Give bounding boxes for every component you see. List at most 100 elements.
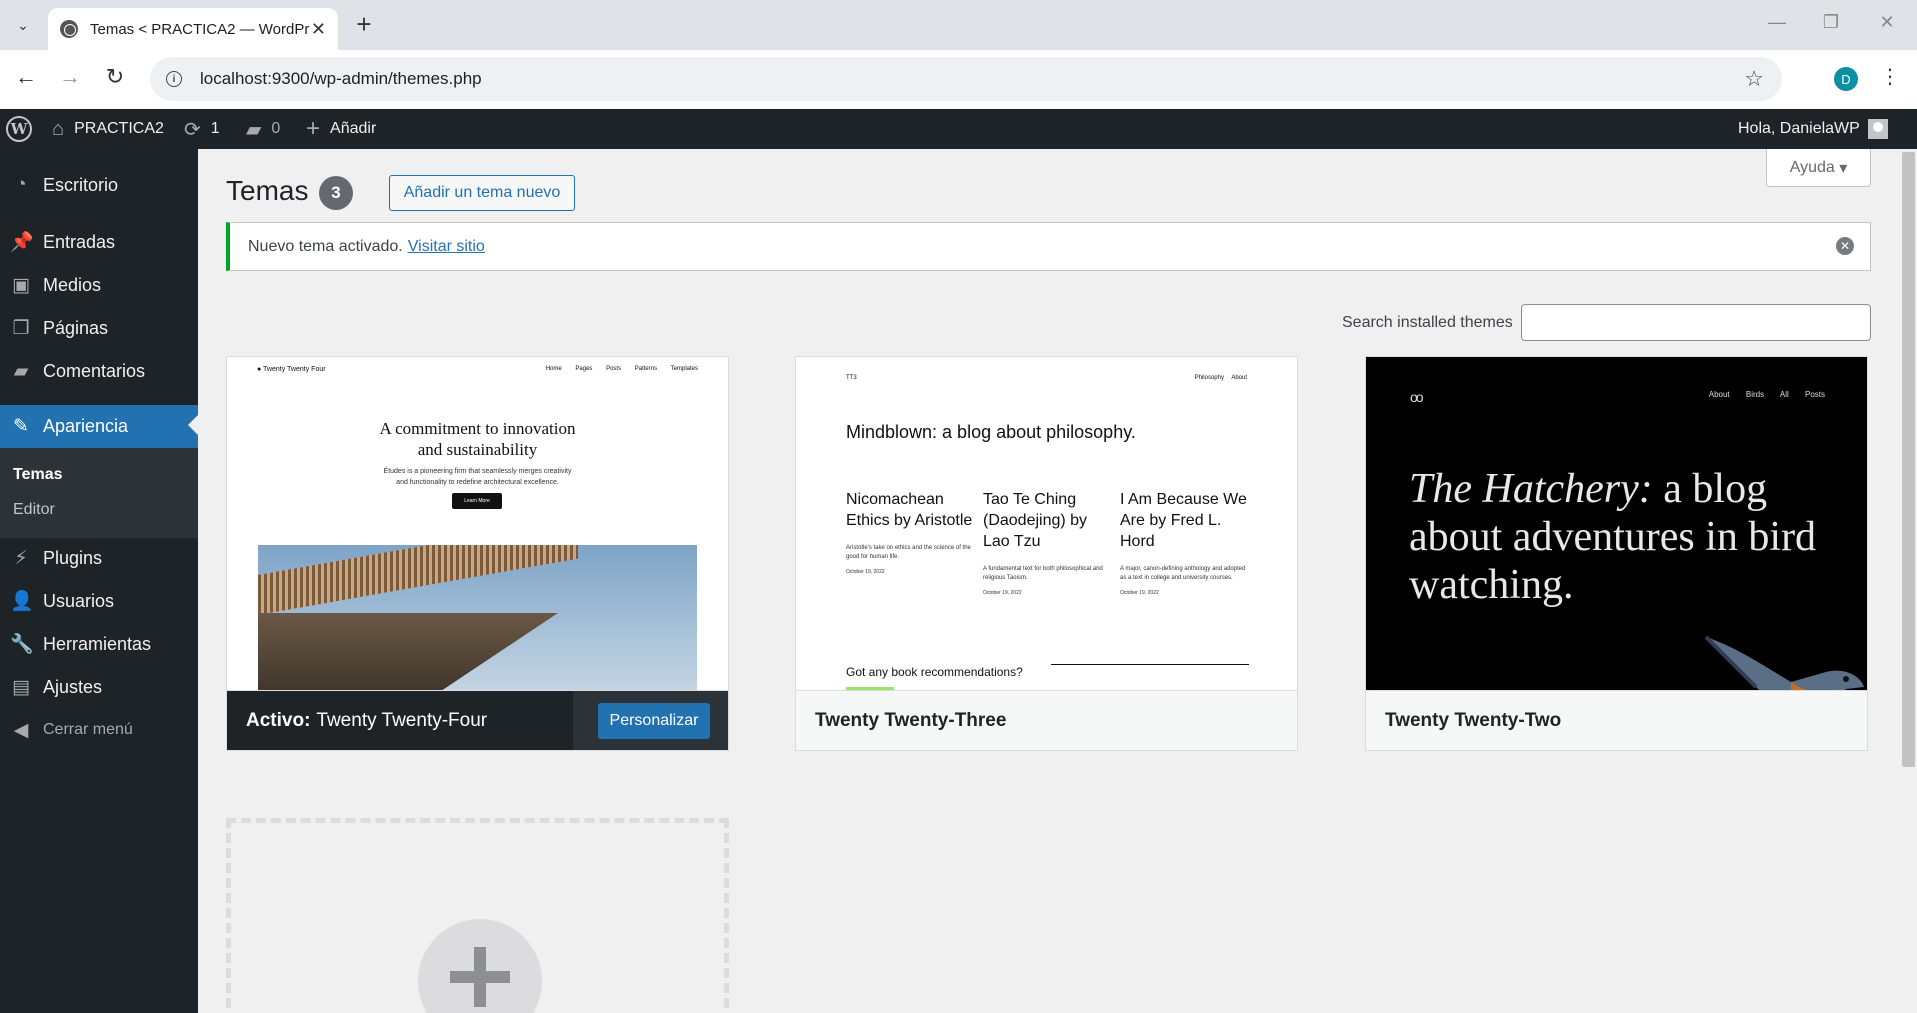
wp-logo-icon[interactable]: W xyxy=(6,109,32,149)
browser-menu-icon[interactable]: ⋮ xyxy=(1880,64,1900,89)
sidebar-item-comentarios[interactable]: ▰ Comentarios xyxy=(0,351,198,391)
user-icon: 👤 xyxy=(10,591,34,612)
settings-icon: ▤ xyxy=(12,676,30,698)
preview-post: Tao Te Ching (Daodejing) by Lao Tzu A fu… xyxy=(983,491,1103,596)
address-bar[interactable]: i localhost:9300/wp-admin/themes.php ☆ xyxy=(150,57,1782,101)
pages-icon: ❐ xyxy=(12,317,30,339)
wp-admin-bar: W ⌂ PRACTICA2 ⟳ 1 ▰ 0 + Añadir Hola, Dan… xyxy=(0,109,1917,149)
preview-question: Got any book recommendations? xyxy=(846,665,1023,679)
home-icon: ⌂ xyxy=(52,117,65,140)
brush-icon: ✎ xyxy=(13,416,29,437)
add-new-link[interactable]: + Añadir xyxy=(306,109,376,149)
theme-name: Twenty Twenty-Four xyxy=(316,709,488,731)
preview-heading: The Hatchery: a blog about adventures in… xyxy=(1409,466,1817,608)
updates-link[interactable]: ⟳ 1 xyxy=(184,109,220,149)
submenu-item-temas[interactable]: Temas xyxy=(13,466,63,484)
plugin-icon: ⚡ xyxy=(14,547,28,569)
close-tab-icon[interactable]: ✕ xyxy=(311,19,326,40)
comment-bubble-icon: ▰ xyxy=(246,118,262,141)
updates-icon: ⟳ xyxy=(184,118,201,141)
theme-screenshot[interactable]: TT3 Philosophy About Mindblown: a blog a… xyxy=(796,357,1297,690)
sidebar-item-label: Escritorio xyxy=(43,174,119,195)
help-tab-button[interactable]: Ayuda ▾ xyxy=(1766,149,1871,187)
site-name-link[interactable]: ⌂ PRACTICA2 xyxy=(52,109,164,149)
theme-name: Twenty Twenty-Three xyxy=(815,709,1007,731)
plus-icon: + xyxy=(306,115,321,142)
preview-paragraph: Études is a pioneering firm that seamles… xyxy=(383,468,572,486)
sidebar-item-label: Plugins xyxy=(43,547,103,568)
sidebar-item-label: Comentarios xyxy=(43,360,146,381)
comments-count: 0 xyxy=(271,120,281,137)
sidebar-item-ajustes[interactable]: ▤ Ajustes xyxy=(0,667,198,707)
theme-screenshot[interactable]: ● Twenty Twenty Four Home Pages Posts Pa… xyxy=(227,357,728,690)
browser-tab-bar: ⌄ Temas < PRACTICA2 — WordPress ✕ + — ❐ … xyxy=(0,0,1917,50)
theme-name-bar: Twenty Twenty-Three xyxy=(796,690,1297,750)
sidebar-item-label: Páginas xyxy=(43,317,109,338)
sidebar-item-label: Medios xyxy=(43,274,102,295)
search-themes-label: Search installed themes xyxy=(1342,314,1513,331)
sidebar-item-escritorio[interactable]: ◔ Escritorio xyxy=(0,165,198,205)
preview-heading: A commitment to innovation and sustainab… xyxy=(379,419,576,459)
tab-title: Temas < PRACTICA2 — WordPress xyxy=(90,20,310,38)
collapse-menu-button[interactable]: ◀ Cerrar menú xyxy=(0,710,198,750)
sidebar-item-paginas[interactable]: ❐ Páginas xyxy=(0,308,198,348)
preview-nav: Home Pages Posts Patterns Templates xyxy=(545,366,698,372)
sidebar-item-medios[interactable]: ▣ Medios xyxy=(0,265,198,305)
sidebar-item-label: Herramientas xyxy=(43,633,152,654)
back-icon[interactable]: ← xyxy=(12,64,40,90)
page-title: Temas xyxy=(226,175,309,206)
url-text: localhost:9300/wp-admin/themes.php xyxy=(200,69,482,88)
tab-search-icon[interactable]: ⌄ xyxy=(8,10,38,40)
comments-link[interactable]: ▰ 0 xyxy=(246,109,280,149)
forward-icon[interactable]: → xyxy=(56,64,84,90)
reload-icon[interactable]: ↻ xyxy=(101,64,129,90)
bird-illustration xyxy=(1704,635,1864,690)
preview-logo: oo xyxy=(1410,389,1424,405)
sidebar-item-label: Usuarios xyxy=(43,590,115,611)
theme-card-twenty-twenty-two[interactable]: oo About Birds All Posts The Hatchery: a… xyxy=(1365,356,1868,751)
restore-icon[interactable]: ❐ xyxy=(1816,12,1846,33)
site-info-icon[interactable]: i xyxy=(166,71,182,87)
profile-avatar[interactable]: D xyxy=(1834,67,1858,91)
add-new-label: Añadir xyxy=(330,120,377,137)
preview-heading: Mindblown: a blog about philosophy. xyxy=(846,422,1136,442)
my-account-link[interactable]: Hola, DanielaWP xyxy=(1738,109,1888,149)
theme-count-badge: 3 xyxy=(319,176,353,210)
site-name: PRACTICA2 xyxy=(74,120,164,137)
appearance-submenu: Temas Editor xyxy=(0,448,198,538)
browser-tab[interactable]: Temas < PRACTICA2 — WordPress ✕ xyxy=(48,8,338,50)
theme-screenshot[interactable]: oo About Birds All Posts The Hatchery: a… xyxy=(1366,357,1867,690)
close-window-icon[interactable]: ✕ xyxy=(1872,12,1902,33)
add-new-theme-button[interactable]: Añadir un tema nuevo xyxy=(389,175,575,211)
greeting: Hola, DanielaWP xyxy=(1738,120,1860,137)
minimize-icon[interactable]: — xyxy=(1762,12,1792,33)
collapse-menu-label: Cerrar menú xyxy=(43,721,133,738)
search-themes-input[interactable] xyxy=(1521,304,1871,341)
sidebar-item-herramientas[interactable]: 🔧 Herramientas xyxy=(0,624,198,664)
submenu-item-editor[interactable]: Editor xyxy=(13,501,55,519)
media-icon: ▣ xyxy=(12,274,30,296)
preview-building-image xyxy=(258,545,697,690)
theme-name: Twenty Twenty-Two xyxy=(1385,709,1562,731)
new-tab-icon[interactable]: + xyxy=(350,11,378,37)
theme-card-twenty-twenty-four[interactable]: ● Twenty Twenty Four Home Pages Posts Pa… xyxy=(226,356,729,751)
bookmark-star-icon[interactable]: ☆ xyxy=(1744,66,1764,92)
sidebar-item-usuarios[interactable]: 👤 Usuarios xyxy=(0,581,198,621)
sidebar-item-apariencia[interactable]: ✎ Apariencia xyxy=(0,405,198,448)
dismiss-notice-icon[interactable]: ✕ xyxy=(1836,237,1854,255)
scrollbar-thumb[interactable] xyxy=(1902,152,1915,767)
visit-site-link[interactable]: Visitar sitio xyxy=(408,238,485,256)
preview-post: I Am Because We Are by Fred L. Hord A ma… xyxy=(1120,491,1247,596)
preview-nav: Philosophy About xyxy=(1194,375,1247,381)
sidebar-item-entradas[interactable]: 📌 Entradas xyxy=(0,222,198,262)
dashboard-icon: ◔ xyxy=(15,174,27,195)
active-prefix: Activo: xyxy=(246,709,311,731)
user-avatar-icon xyxy=(1867,119,1888,139)
theme-name-bar: Twenty Twenty-Two xyxy=(1366,690,1867,750)
customize-button[interactable]: Personalizar xyxy=(598,703,710,739)
add-new-theme-tile[interactable] xyxy=(226,818,729,1013)
globe-icon xyxy=(60,20,78,38)
theme-name-bar: Activo: Twenty Twenty-Four Personalizar xyxy=(227,690,728,750)
sidebar-item-plugins[interactable]: ⚡ Plugins xyxy=(0,538,198,578)
theme-card-twenty-twenty-three[interactable]: TT3 Philosophy About Mindblown: a blog a… xyxy=(795,356,1298,751)
